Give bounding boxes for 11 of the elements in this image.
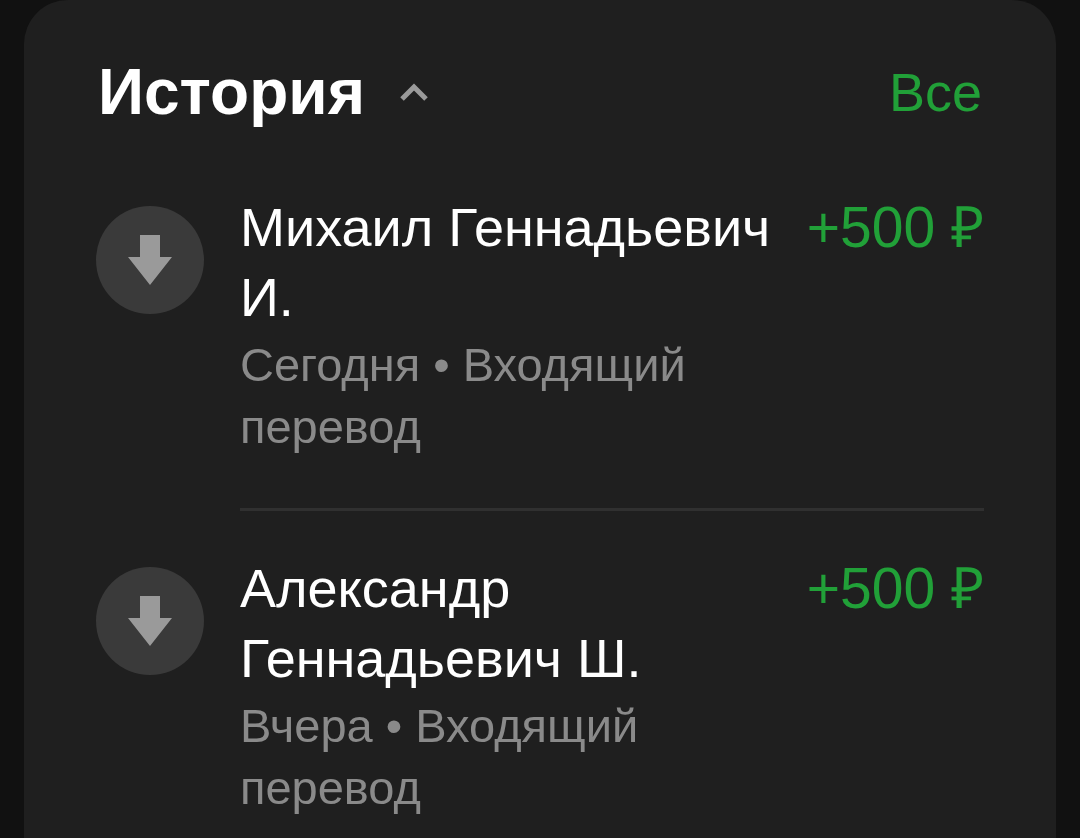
chevron-icon[interactable] (398, 83, 429, 101)
amount: +500 ₽ (806, 555, 984, 622)
all-link[interactable]: Все (888, 61, 982, 123)
amount: +500 ₽ (806, 194, 984, 261)
arrow-down-icon (126, 233, 174, 287)
arrow-down-icon (126, 594, 174, 648)
sender-name: Александр Геннадьевич Ш. (240, 557, 643, 690)
sender-name: Михаил Геннадьевич И. (240, 196, 772, 329)
transaction-details: Вчера • Входящий перевод (240, 698, 640, 816)
transaction-details: Сегодня • Входящий перевод (240, 337, 687, 455)
section-title: История (98, 55, 365, 129)
